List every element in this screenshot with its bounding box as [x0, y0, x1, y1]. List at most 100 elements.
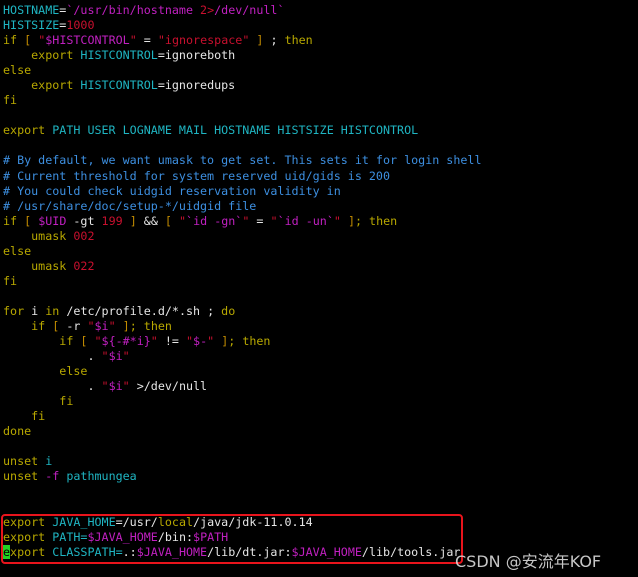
code-token: then: [284, 33, 313, 48]
code-token: $HISTCONTROL: [45, 33, 130, 48]
code-token: ": [122, 379, 130, 394]
code-token: !=: [157, 334, 186, 349]
code-line: export HISTCONTROL=ignoredups: [3, 78, 481, 93]
code-token: ; then: [228, 334, 271, 349]
code-line: unset -f pathmungea: [3, 469, 481, 484]
code-line: if [ "${-#*i}" != "$-" ]; then: [3, 334, 481, 349]
code-token: export: [3, 48, 81, 63]
code-token: HOSTNAME: [3, 3, 60, 17]
code-token: =: [249, 213, 271, 228]
code-token: $i: [108, 349, 123, 364]
code-token: unset: [3, 454, 39, 469]
code-token: ]: [214, 334, 229, 349]
code-line: else: [3, 63, 481, 78]
code-line: umask 022: [3, 259, 481, 274]
code-token: if: [3, 213, 25, 228]
code-token: =ignoredups: [157, 78, 236, 93]
code-token: in: [45, 303, 60, 318]
code-token: ;: [270, 33, 285, 48]
code-token: ; then: [354, 213, 398, 228]
code-line: else: [3, 244, 481, 259]
code-token: do: [221, 303, 236, 318]
code-token: export: [3, 123, 53, 138]
code-token: 002: [73, 228, 95, 243]
code-token: ": [122, 349, 130, 364]
vim-editor[interactable]: HOSTNAME=`/usr/bin/hostname 2>/dev/null`…: [3, 3, 481, 560]
code-token: [: [24, 33, 39, 48]
code-token: ; then: [129, 318, 172, 333]
code-line: . "$i" >/dev/null: [3, 379, 481, 394]
code-token: else: [3, 364, 88, 379]
code-token: $i: [108, 379, 123, 394]
code-token: # Current threshold for system reserved …: [3, 168, 391, 183]
code-token: [: [52, 318, 67, 333]
code-token: HISTCONTROL: [80, 48, 158, 63]
code-line: HOSTNAME=`/usr/bin/hostname 2>/dev/null`: [3, 3, 481, 18]
code-token: .: [3, 379, 102, 394]
code-token: 2>: [200, 3, 215, 17]
code-token: if: [3, 33, 25, 48]
code-token: fi: [3, 93, 18, 108]
code-token: $i: [94, 318, 109, 333]
code-line: if [ -r "$i" ]; then: [3, 319, 481, 334]
code-token: -r: [66, 318, 88, 333]
code-token: [: [24, 213, 39, 228]
code-token: ": [333, 213, 341, 228]
code-token: &&: [143, 213, 165, 228]
watermark: CSDN @安流年KOF: [455, 552, 602, 571]
code-line: else: [3, 364, 481, 379]
code-token: ${-#*i}: [101, 334, 151, 349]
code-line: # You could check uidgid reservation val…: [3, 184, 481, 199]
code-token: else: [3, 243, 32, 258]
code-token: ": [179, 213, 187, 228]
code-line: done: [3, 424, 481, 439]
code-token: ": [101, 379, 109, 394]
code-token: i: [38, 454, 53, 469]
code-line: unset i: [3, 454, 481, 469]
code-token: `id -un`: [277, 213, 334, 228]
code-token: unset: [3, 469, 46, 484]
code-line: fi: [3, 274, 481, 289]
code-line: fi: [3, 394, 481, 409]
code-line: fi: [3, 93, 481, 108]
code-line: # By default, we want umask to get set. …: [3, 153, 481, 168]
code-token: fi: [3, 409, 46, 424]
code-token: [: [80, 334, 95, 349]
code-token: `id -gn`: [186, 213, 243, 228]
code-token: # By default, we want umask to get set. …: [3, 153, 482, 168]
code-token: 022: [73, 258, 95, 273]
code-token: PATH USER LOGNAME MAIL HOSTNAME HISTSIZE…: [52, 123, 419, 138]
code-token: ]: [340, 213, 355, 228]
code-token: HISTSIZE: [3, 18, 60, 33]
red-highlight-box: [1, 514, 463, 564]
code-token: HISTCONTROL: [80, 78, 158, 93]
code-token: 199: [101, 213, 123, 228]
code-token: for: [3, 303, 25, 318]
code-token: "ignorespace": [157, 33, 250, 48]
code-token: umask: [3, 228, 74, 243]
code-token: `/usr/bin/hostname: [66, 3, 201, 17]
code-token: =ignoreboth: [157, 48, 236, 63]
code-line: export HISTCONTROL=ignoreboth: [3, 48, 481, 63]
code-token: 1000: [66, 18, 95, 33]
code-token: /etc/profile.d/*.sh ;: [59, 303, 222, 318]
code-token: export: [3, 78, 81, 93]
code-token: pathmungea: [59, 469, 137, 484]
code-token: # /usr/share/doc/setup-*/uidgid file: [3, 198, 257, 213]
code-token: ": [87, 318, 95, 333]
code-token: -gt: [66, 213, 102, 228]
code-token: >/dev/null: [129, 379, 208, 394]
code-line: if [ $UID -gt 199 ] && [ "`id -gn`" = "`…: [3, 214, 481, 229]
code-token: fi: [3, 273, 18, 288]
code-line: for i in /etc/profile.d/*.sh ; do: [3, 304, 481, 319]
code-token: ]: [115, 318, 130, 333]
code-token: .: [3, 349, 102, 364]
code-token: $-: [193, 334, 208, 349]
code-line: fi: [3, 409, 481, 424]
code-token: if: [3, 334, 81, 349]
code-token: [: [164, 213, 179, 228]
